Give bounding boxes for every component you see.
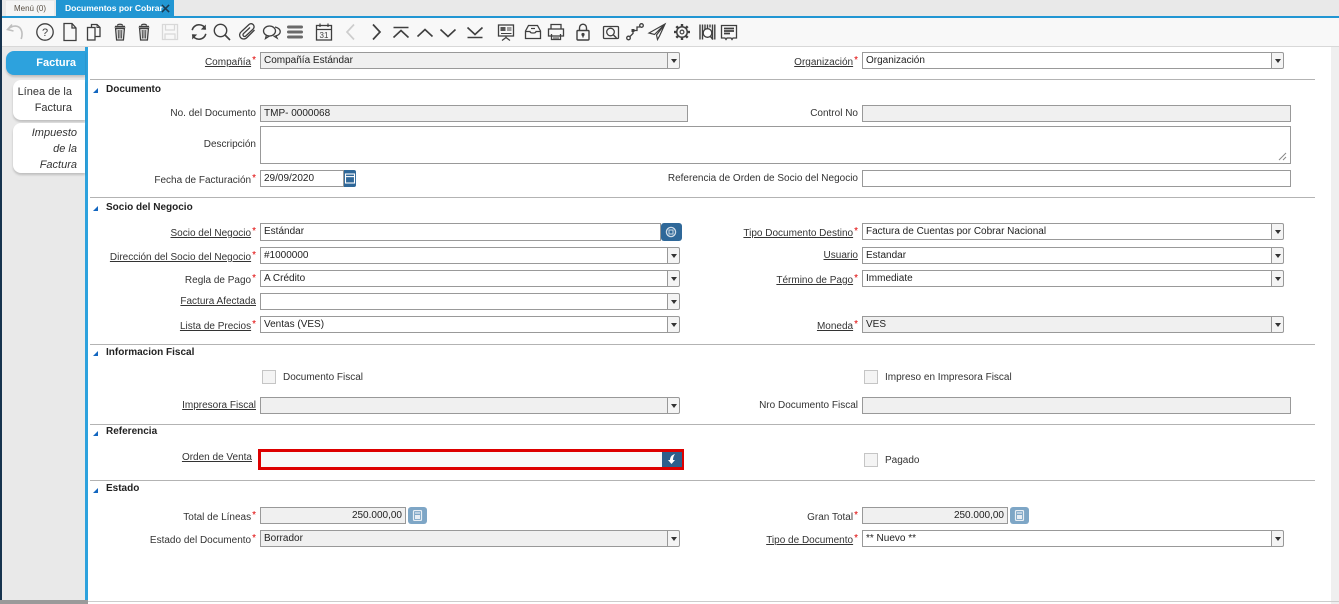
svg-text:31: 31 (320, 31, 329, 40)
svg-text:?: ? (42, 27, 48, 39)
